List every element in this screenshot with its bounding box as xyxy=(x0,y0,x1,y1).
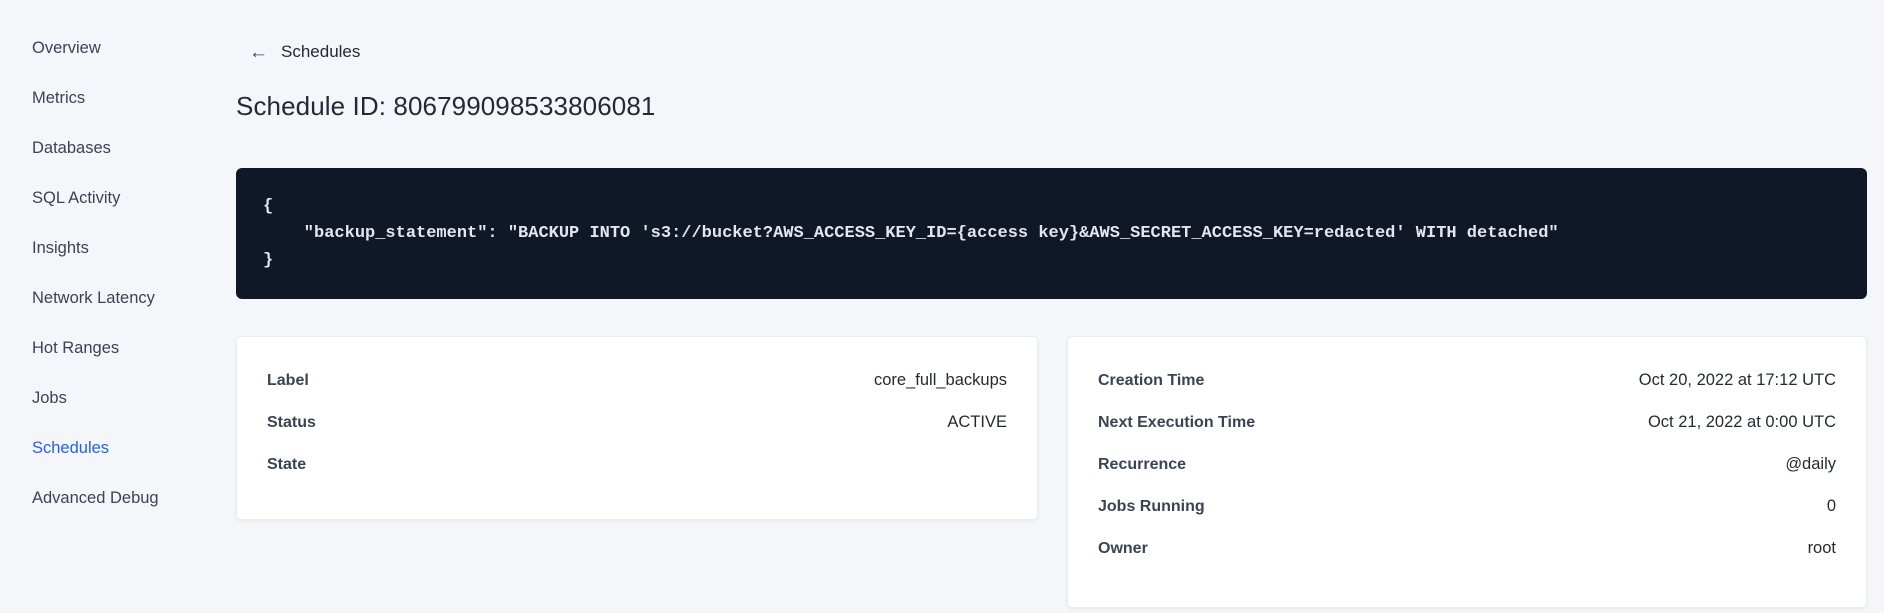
row-label: Jobs Running xyxy=(1098,497,1205,515)
sidebar-item-label: Advanced Debug xyxy=(32,488,159,507)
page-title: Schedule ID: 806799098533806081 xyxy=(236,90,656,121)
schedule-details-page: ← Schedules Schedule ID: 806799098533806… xyxy=(236,0,1884,613)
sidebar: Overview Metrics Databases SQL Activity … xyxy=(0,0,236,613)
sidebar-item-hot-ranges[interactable]: Hot Ranges xyxy=(0,323,236,373)
sidebar-item-label: Schedules xyxy=(32,438,110,457)
row-value: core_full_backups xyxy=(874,371,1007,389)
sidebar-item-label: Jobs xyxy=(32,388,67,407)
row-value: 0 xyxy=(1826,497,1836,515)
sidebar-item-label: Metrics xyxy=(32,88,86,107)
sidebar-item-network-latency[interactable]: Network Latency xyxy=(0,273,236,323)
sidebar-item-insights[interactable]: Insights xyxy=(0,223,236,273)
sidebar-item-label: SQL Activity xyxy=(32,188,121,207)
row-value: @daily xyxy=(1785,455,1836,473)
sidebar-item-label: Hot Ranges xyxy=(32,338,120,357)
row-label: Recurrence xyxy=(1098,455,1187,473)
sidebar-item-metrics[interactable]: Metrics xyxy=(0,73,236,123)
detail-row-state: State xyxy=(237,444,1037,486)
backup-statement-json: { "backup_statement": "BACKUP INTO 's3:/… xyxy=(263,196,1559,270)
sidebar-item-label: Databases xyxy=(32,138,111,157)
detail-row-label: Label core_full_backups xyxy=(237,360,1037,402)
sidebar-item-jobs[interactable]: Jobs xyxy=(0,373,236,423)
detail-row-owner: Owner root xyxy=(1068,528,1866,570)
row-value: ACTIVE xyxy=(947,413,1007,431)
sidebar-item-label: Insights xyxy=(32,238,89,257)
detail-cards: Label core_full_backups Status ACTIVE St… xyxy=(236,335,1867,608)
back-link-label: Schedules xyxy=(281,42,361,61)
detail-row-status: Status ACTIVE xyxy=(237,402,1037,444)
sidebar-item-label: Network Latency xyxy=(32,288,155,307)
row-label: State xyxy=(267,455,307,473)
detail-row-creation-time: Creation Time Oct 20, 2022 at 17:12 UTC xyxy=(1068,360,1866,402)
sidebar-item-label: Overview xyxy=(32,38,101,57)
sidebar-item-sql-activity[interactable]: SQL Activity xyxy=(0,173,236,223)
schedule-summary-card: Label core_full_backups Status ACTIVE St… xyxy=(236,335,1038,520)
row-label: Status xyxy=(267,413,316,431)
back-to-schedules-link[interactable]: ← Schedules xyxy=(249,42,360,62)
row-value: Oct 21, 2022 at 0:00 UTC xyxy=(1647,413,1836,431)
row-label: Label xyxy=(267,371,309,389)
back-arrow-icon: ← xyxy=(249,41,268,63)
detail-row-next-execution-time: Next Execution Time Oct 21, 2022 at 0:00… xyxy=(1068,402,1866,444)
row-label: Creation Time xyxy=(1098,371,1205,389)
schedule-timing-card: Creation Time Oct 20, 2022 at 17:12 UTC … xyxy=(1067,335,1867,608)
sidebar-item-schedules[interactable]: Schedules xyxy=(0,423,236,473)
row-value: root xyxy=(1807,539,1836,557)
backup-statement-code-block: { "backup_statement": "BACKUP INTO 's3:/… xyxy=(236,167,1867,299)
row-label: Next Execution Time xyxy=(1098,413,1256,431)
detail-row-jobs-running: Jobs Running 0 xyxy=(1068,486,1866,528)
row-value: Oct 20, 2022 at 17:12 UTC xyxy=(1638,371,1836,389)
sidebar-item-advanced-debug[interactable]: Advanced Debug xyxy=(0,473,236,523)
sidebar-item-overview[interactable]: Overview xyxy=(0,23,236,73)
row-label: Owner xyxy=(1098,539,1148,557)
sidebar-item-databases[interactable]: Databases xyxy=(0,123,236,173)
detail-row-recurrence: Recurrence @daily xyxy=(1068,444,1866,486)
